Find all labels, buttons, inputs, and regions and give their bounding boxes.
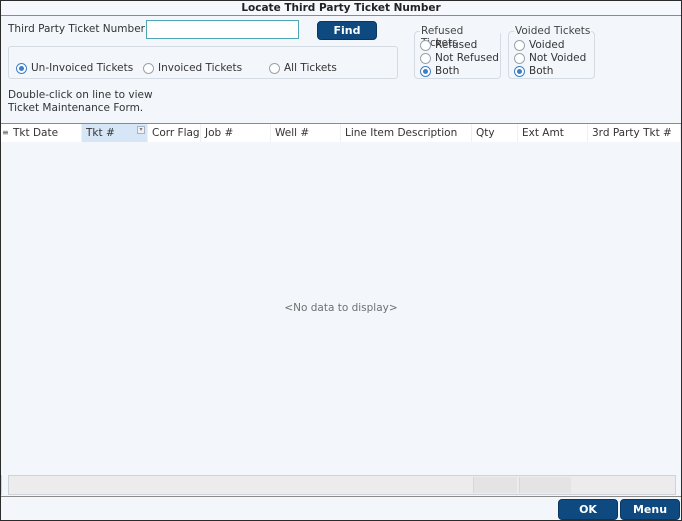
filter-icon[interactable]: ▾: [137, 126, 145, 134]
radio-label: Both: [529, 65, 554, 77]
hint-line-1: Double-click on line to view: [8, 89, 153, 101]
column-header-well-number[interactable]: Well #: [271, 124, 341, 142]
voided-tickets-legend: Voided Tickets: [514, 25, 592, 37]
radio-refused[interactable]: Refused: [420, 39, 477, 51]
radio-unselected-icon: [269, 62, 280, 74]
radio-label: Voided: [529, 39, 565, 51]
column-header-line-item-description[interactable]: Line Item Description: [341, 124, 472, 142]
radio-selected-icon: [420, 65, 431, 77]
grid-header: ≡ Tkt Date Tkt # ▾ Corr Flag Job # Well …: [1, 124, 681, 142]
radio-un-invoiced[interactable]: Un-Invoiced Tickets: [16, 62, 133, 74]
radio-voided-both[interactable]: Both: [514, 65, 553, 77]
double-click-hint: Double-click on line to view Ticket Main…: [8, 89, 153, 115]
empty-grid-message: <No data to display>: [284, 302, 398, 314]
radio-refused-both[interactable]: Both: [420, 65, 459, 77]
column-header-corr-flag[interactable]: Corr Flag: [148, 124, 201, 142]
radio-label: Invoiced Tickets: [158, 62, 243, 74]
ticket-number-label: Third Party Ticket Number: [8, 23, 145, 35]
ok-button[interactable]: OK: [558, 499, 618, 520]
radio-label: Not Refused: [435, 52, 499, 64]
radio-invoiced[interactable]: Invoiced Tickets: [143, 62, 242, 74]
radio-label: Refused: [435, 39, 478, 51]
radio-label: Not Voided: [529, 52, 587, 64]
radio-unselected-icon: [514, 39, 525, 51]
footer-summary-cell: [473, 477, 517, 493]
radio-selected-icon: [16, 62, 27, 74]
voided-tickets-group: Voided Tickets Voided Not Voided Both: [508, 25, 595, 79]
column-header-tkt-date[interactable]: Tkt Date: [9, 124, 82, 142]
grid-summary-footer: [8, 475, 676, 495]
window-title: Locate Third Party Ticket Number: [1, 1, 681, 16]
radio-voided[interactable]: Voided: [514, 39, 565, 51]
radio-unselected-icon: [143, 62, 154, 74]
tickets-grid[interactable]: ≡ Tkt Date Tkt # ▾ Corr Flag Job # Well …: [1, 123, 681, 474]
radio-label: All Tickets: [284, 62, 337, 74]
column-header-label: Tkt #: [86, 127, 115, 139]
radio-label: Both: [435, 65, 460, 77]
radio-not-refused[interactable]: Not Refused: [420, 52, 499, 64]
radio-selected-icon: [514, 65, 525, 77]
column-header-job-number[interactable]: Job #: [201, 124, 271, 142]
radio-unselected-icon: [420, 52, 431, 64]
radio-unselected-icon: [420, 39, 431, 51]
column-header-qty[interactable]: Qty: [472, 124, 518, 142]
footer-left-edge: [1, 475, 8, 495]
refused-tickets-group: Refused Tickets Refused Not Refused Both: [414, 25, 501, 79]
radio-not-voided[interactable]: Not Voided: [514, 52, 586, 64]
hint-line-2: Ticket Maintenance Form.: [8, 102, 144, 114]
radio-label: Un-Invoiced Tickets: [31, 62, 134, 74]
column-header-tkt-number[interactable]: Tkt # ▾: [82, 124, 148, 142]
column-header-ext-amt[interactable]: Ext Amt: [518, 124, 588, 142]
footer-divider: [1, 496, 681, 497]
radio-all-tickets[interactable]: All Tickets: [269, 62, 337, 74]
ticket-number-input[interactable]: [146, 20, 299, 39]
locate-ticket-dialog: Locate Third Party Ticket Number Third P…: [0, 0, 682, 521]
column-header-3rd-party-tkt-number[interactable]: 3rd Party Tkt #: [588, 124, 681, 142]
menu-button[interactable]: Menu: [620, 499, 680, 520]
radio-unselected-icon: [514, 52, 525, 64]
footer-summary-cell: [519, 477, 571, 493]
column-chooser-icon[interactable]: ≡: [2, 128, 9, 137]
find-button[interactable]: Find: [317, 21, 377, 40]
invoice-filter-group: Un-Invoiced Tickets Invoiced Tickets All…: [8, 46, 398, 79]
